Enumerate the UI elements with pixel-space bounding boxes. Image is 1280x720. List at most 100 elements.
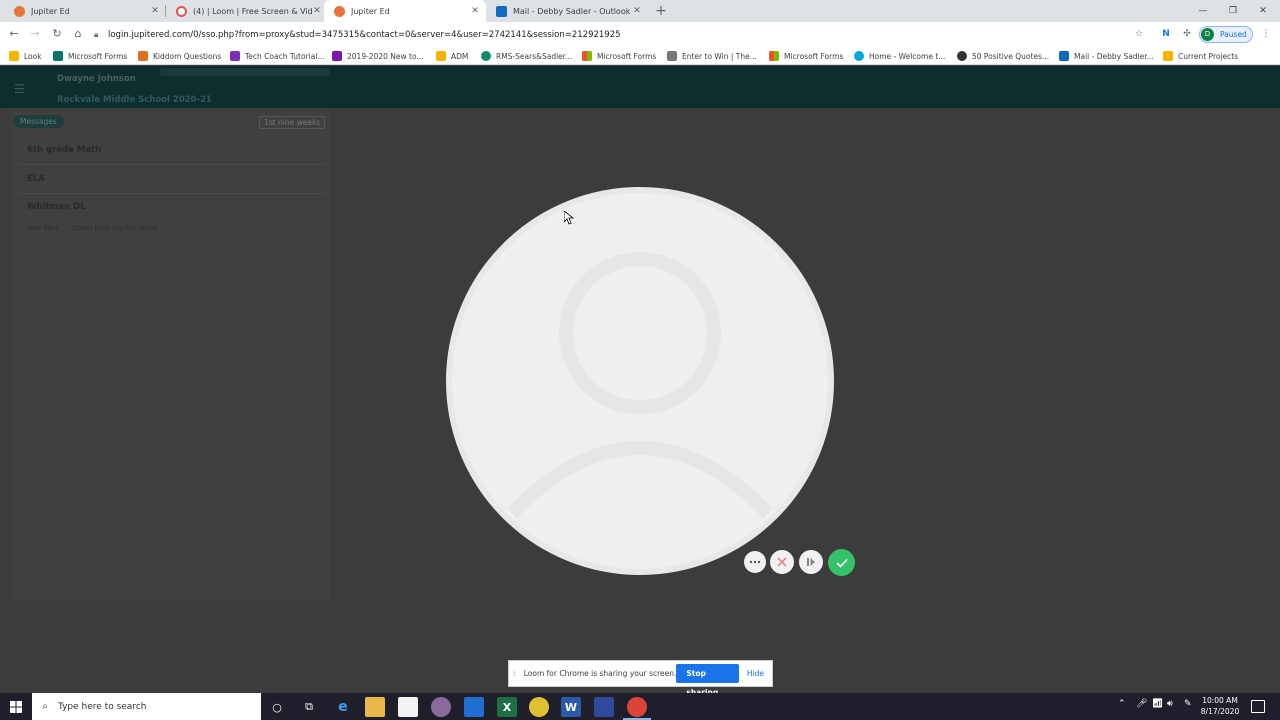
microsoft-logo-icon [582,51,592,61]
folder-icon [9,51,19,61]
profile-button[interactable]: D Paused [1199,26,1253,43]
tab-strip: Jupiter Ed ✕ (4) | Loom | Free Screen & … [0,0,1280,22]
new-tab-button[interactable]: + [652,2,670,20]
messages-button[interactable]: Messages [13,115,64,128]
hide-button[interactable]: Hide [747,669,764,678]
microphone-icon[interactable]: 🎤︎ [1136,699,1147,709]
checkmark-icon [835,558,848,568]
term-selector[interactable]: 1st nine weeks [259,116,326,129]
bookmark-rms[interactable]: RMS-Sears&Sadler... [481,50,572,62]
screen-sharing-notice: ⁞ Loom for Chrome is sharing your screen… [508,660,773,697]
tab-close-icon[interactable]: ✕ [470,6,480,16]
clock-date: 8/17/2020 [1200,707,1240,716]
cancel-recording-button[interactable] [770,550,794,574]
outlook-icon [1059,51,1069,61]
tray-chevron-icon[interactable]: ⌃ [1118,699,1126,709]
tab-title: Jupiter Ed [31,6,70,16]
pen-icon[interactable]: ✎ [1184,699,1192,709]
bookmarks-bar: Look Microsoft Forms Kiddom Questions Te… [0,47,1280,65]
drag-handle-icon[interactable]: ⁞ [513,669,518,678]
task-view-icon[interactable]: ⧉ [299,697,319,717]
tab-title: (4) | Loom | Free Screen & Video [193,6,312,16]
home-icon[interactable]: ⌂ [70,26,86,42]
extension-n-icon[interactable]: N [1159,27,1173,41]
chrome-menu-icon[interactable]: ⋮ [1259,27,1273,41]
minimize-button[interactable]: — [1186,0,1220,22]
notifications-icon[interactable] [1251,700,1265,713]
profile-status: Paused [1220,30,1247,39]
tab-close-icon[interactable]: ✕ [632,6,642,16]
forward-arrow-icon[interactable]: → [27,26,43,42]
excel-icon[interactable]: X [497,697,517,717]
course-ela[interactable]: ELA [27,174,45,184]
bookmark-star-icon[interactable]: ☆ [1132,27,1146,41]
student-name[interactable]: Dwayne Johnson [57,74,136,84]
cortana-icon[interactable]: ○ [267,697,287,717]
photos-app-icon[interactable] [431,697,451,717]
file-explorer-icon[interactable] [365,697,385,717]
edge-icon[interactable]: e [333,697,353,717]
app-icon[interactable] [529,697,549,717]
bookmark-current-projects[interactable]: Current Projects [1163,50,1238,62]
car-icon [667,51,677,61]
app-icon[interactable] [594,697,614,717]
course-whitman-dl[interactable]: Whitman DL [27,202,85,212]
system-clock[interactable]: 10:00 AM 8/17/2020 [1198,695,1242,717]
tab-jupiter-ed-active[interactable]: Jupiter Ed ✕ [324,0,486,22]
assignment-title: Zoom from Jupiter Video [72,224,158,232]
bookmark-positive-quotes[interactable]: 50 Positive Quotes... [957,50,1049,62]
extensions-puzzle-icon[interactable]: ✣ [1180,27,1194,41]
lock-icon: 🔒︎ [94,29,99,39]
finish-recording-button[interactable] [828,549,855,576]
bookmark-2019-2020[interactable]: 2019-2020 New to... [332,50,424,62]
course-6th-grade-math[interactable]: 6th grade Math [27,145,101,155]
stop-sharing-button[interactable]: Stop sharing [676,664,739,697]
reload-icon[interactable]: ↻ [49,26,65,42]
address-bar[interactable]: 🔒︎ login.jupitered.com/0/sso.php?from=pr… [94,25,1154,44]
course-panel [12,110,330,600]
bookmark-home-welcome[interactable]: Home - Welcome t... [854,50,945,62]
bookmark-microsoft-forms-3[interactable]: Microsoft Forms [769,50,843,62]
word-icon[interactable]: W [561,697,581,717]
more-options-button[interactable] [744,551,766,573]
maximize-button[interactable]: ❐ [1216,0,1250,22]
back-arrow-icon[interactable]: ← [6,26,22,42]
due-date: Due Mon [27,224,59,232]
globe-icon [957,51,967,61]
tab-close-icon[interactable]: ✕ [312,6,322,16]
forms-icon [53,51,63,61]
bookmark-mail[interactable]: Mail - Debby Sadler... [1059,50,1154,62]
due-assignment[interactable]: Due Mon Zoom from Jupiter Video [27,224,172,232]
bookmark-tech-coach[interactable]: Tech Coach Tutorial... [230,50,325,62]
onenote-icon [230,51,240,61]
pause-recording-button[interactable] [799,550,823,574]
school-selector[interactable]: Rockvale Middle School 2020-21 [57,95,212,105]
bookmark-enter-to-win[interactable]: Enter to Win | The... [667,50,757,62]
tab-jupiter-ed-1[interactable]: Jupiter Ed ✕ [4,0,166,22]
tab-loom[interactable]: (4) | Loom | Free Screen & Video ✕ [166,0,328,22]
bookmark-microsoft-forms-2[interactable]: Microsoft Forms [582,50,656,62]
kiddom-icon [138,51,148,61]
taskbar-search-box[interactable]: ⌕ Type here to search [32,693,261,720]
mail-app-icon[interactable] [464,697,484,717]
volume-icon[interactable]: 🔊︎ [1167,699,1173,709]
chrome-icon[interactable] [627,697,647,717]
onenote-icon [332,51,342,61]
hamburger-menu-icon[interactable]: ☰ [14,82,30,96]
close-window-button[interactable]: ✕ [1246,0,1280,22]
network-icon[interactable]: 📶︎ [1152,699,1163,709]
more-dots-icon [749,560,761,564]
bookmark-microsoft-forms-1[interactable]: Microsoft Forms [53,50,127,62]
loom-favicon-icon [176,5,187,17]
tab-close-icon[interactable]: ✕ [150,6,160,16]
bookmark-look[interactable]: Look [9,50,42,62]
sharepoint-icon [481,51,491,61]
tab-outlook-mail[interactable]: Mail - Debby Sadler - Outlook ✕ [486,0,648,22]
store-icon[interactable] [398,697,418,717]
bookmark-adm[interactable]: ADM [436,50,468,62]
jupiter-favicon-icon [14,5,25,17]
bookmark-kiddom[interactable]: Kiddom Questions [138,50,221,62]
pause-icon [807,558,815,566]
camera-bubble[interactable] [446,187,834,575]
start-button[interactable] [0,693,32,720]
